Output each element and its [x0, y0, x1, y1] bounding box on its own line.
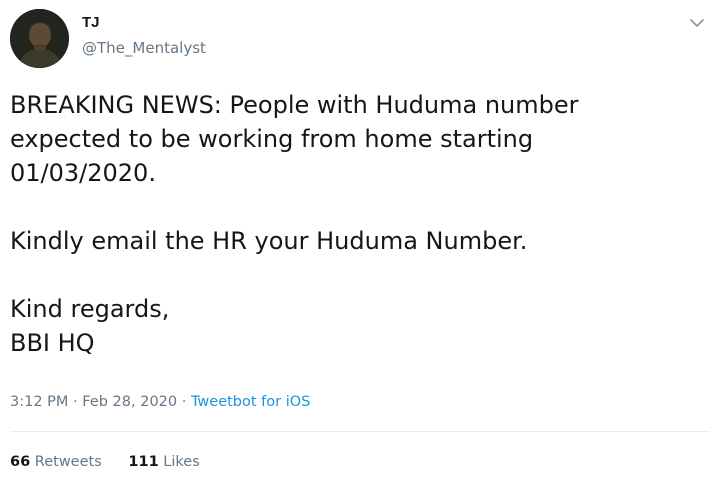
tweet-line: BBI HQ [10, 329, 95, 357]
tweet-card: TJ @The_Mentalyst BREAKING NEWS: People … [0, 0, 717, 489]
retweets-label: Retweets [34, 454, 102, 470]
avatar[interactable] [10, 9, 69, 68]
likes-count: 111 [128, 454, 159, 470]
tweet-stats: 66 Retweets 111 Likes [10, 452, 200, 472]
meta-separator: · [73, 394, 78, 410]
chevron-down-icon[interactable] [688, 14, 706, 32]
retweets-stat[interactable]: 66 Retweets [10, 452, 102, 472]
display-name[interactable]: TJ [82, 14, 100, 32]
tweet-source-link[interactable]: Tweetbot for iOS [191, 394, 310, 410]
tweet-line: 01/03/2020. [10, 159, 156, 187]
tweet-line: BREAKING NEWS: People with Huduma number [10, 91, 579, 119]
tweet-date[interactable]: Feb 28, 2020 [82, 394, 177, 410]
user-handle[interactable]: @The_Mentalyst [82, 39, 206, 57]
tweet-line: Kind regards, [10, 295, 170, 323]
tweet-time[interactable]: 3:12 PM [10, 394, 68, 410]
tweet-meta: 3:12 PM · Feb 28, 2020 · Tweetbot for iO… [10, 392, 310, 412]
divider [10, 431, 710, 432]
retweets-count: 66 [10, 454, 31, 470]
tweet-text: BREAKING NEWS: People with Huduma number… [10, 88, 700, 360]
likes-stat[interactable]: 111 Likes [128, 452, 199, 472]
tweet-line: Kindly email the HR your Huduma Number. [10, 227, 528, 255]
meta-separator: · [181, 394, 187, 410]
tweet-line: expected to be working from home startin… [10, 125, 534, 153]
likes-label: Likes [163, 454, 200, 470]
